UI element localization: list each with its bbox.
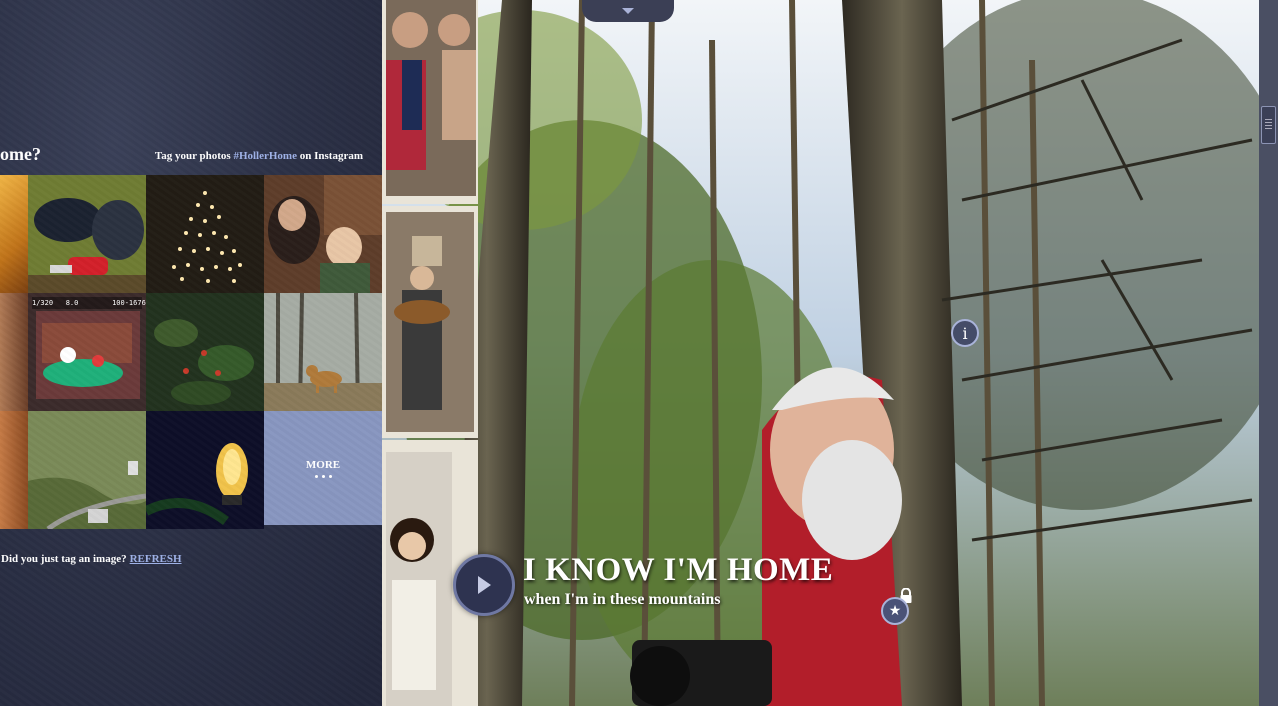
ellipsis-icon	[314, 474, 332, 478]
dropdown-tab[interactable]	[582, 0, 674, 22]
hero-subtitle: when I'm in these mountains	[524, 591, 721, 608]
more-photos-button[interactable]: MORE	[264, 411, 382, 525]
instagram-panel: ome? Tag your photos #HollerHome on Inst…	[0, 0, 382, 706]
refresh-prompt: Did you just tag an image?	[1, 553, 127, 565]
tag-instruction: Tag your photos #HollerHome on Instagram	[155, 150, 363, 162]
photo-tile[interactable]: 1/320 8.0 100-1676	[28, 293, 146, 411]
photo-tile[interactable]	[146, 293, 264, 411]
hero-image	[382, 0, 1259, 706]
more-label: MORE	[305, 458, 341, 471]
grip-icon	[1265, 119, 1272, 131]
refresh-line: Did you just tag an image? REFRESH	[1, 553, 182, 565]
star-button[interactable]: ★	[881, 597, 909, 625]
photo-tile[interactable]	[0, 175, 28, 293]
scrollbar-thumb[interactable]	[1261, 106, 1276, 144]
photo-tile[interactable]	[146, 411, 264, 529]
play-button[interactable]	[453, 554, 515, 616]
info-icon: i	[962, 323, 968, 343]
tag-prefix: Tag your photos	[154, 150, 234, 162]
play-icon	[478, 576, 491, 594]
photo-exif-overlay: 1/320 8.0 100-1676	[32, 299, 146, 307]
refresh-link[interactable]: REFRESH	[130, 553, 182, 565]
tag-suffix: on Instagram	[296, 150, 363, 162]
photo-grid: 1/320 8.0 100-1676 MORE	[0, 175, 382, 529]
hero-title: I KNOW I'M HOME	[523, 552, 834, 588]
photo-tile[interactable]	[28, 411, 146, 529]
star-icon: ★	[888, 603, 902, 619]
photo-tile[interactable]	[0, 411, 28, 529]
photo-tile[interactable]	[264, 175, 382, 293]
chevron-down-icon	[622, 8, 634, 14]
info-button[interactable]: i	[951, 319, 979, 347]
photo-tile[interactable]	[0, 293, 28, 411]
photo-tile[interactable]	[28, 175, 146, 293]
hashtag-link[interactable]: #HollerHome	[233, 150, 297, 162]
photo-tile[interactable]	[146, 175, 264, 293]
photo-tile[interactable]	[264, 293, 382, 411]
panel-heading: ome?	[0, 144, 41, 164]
